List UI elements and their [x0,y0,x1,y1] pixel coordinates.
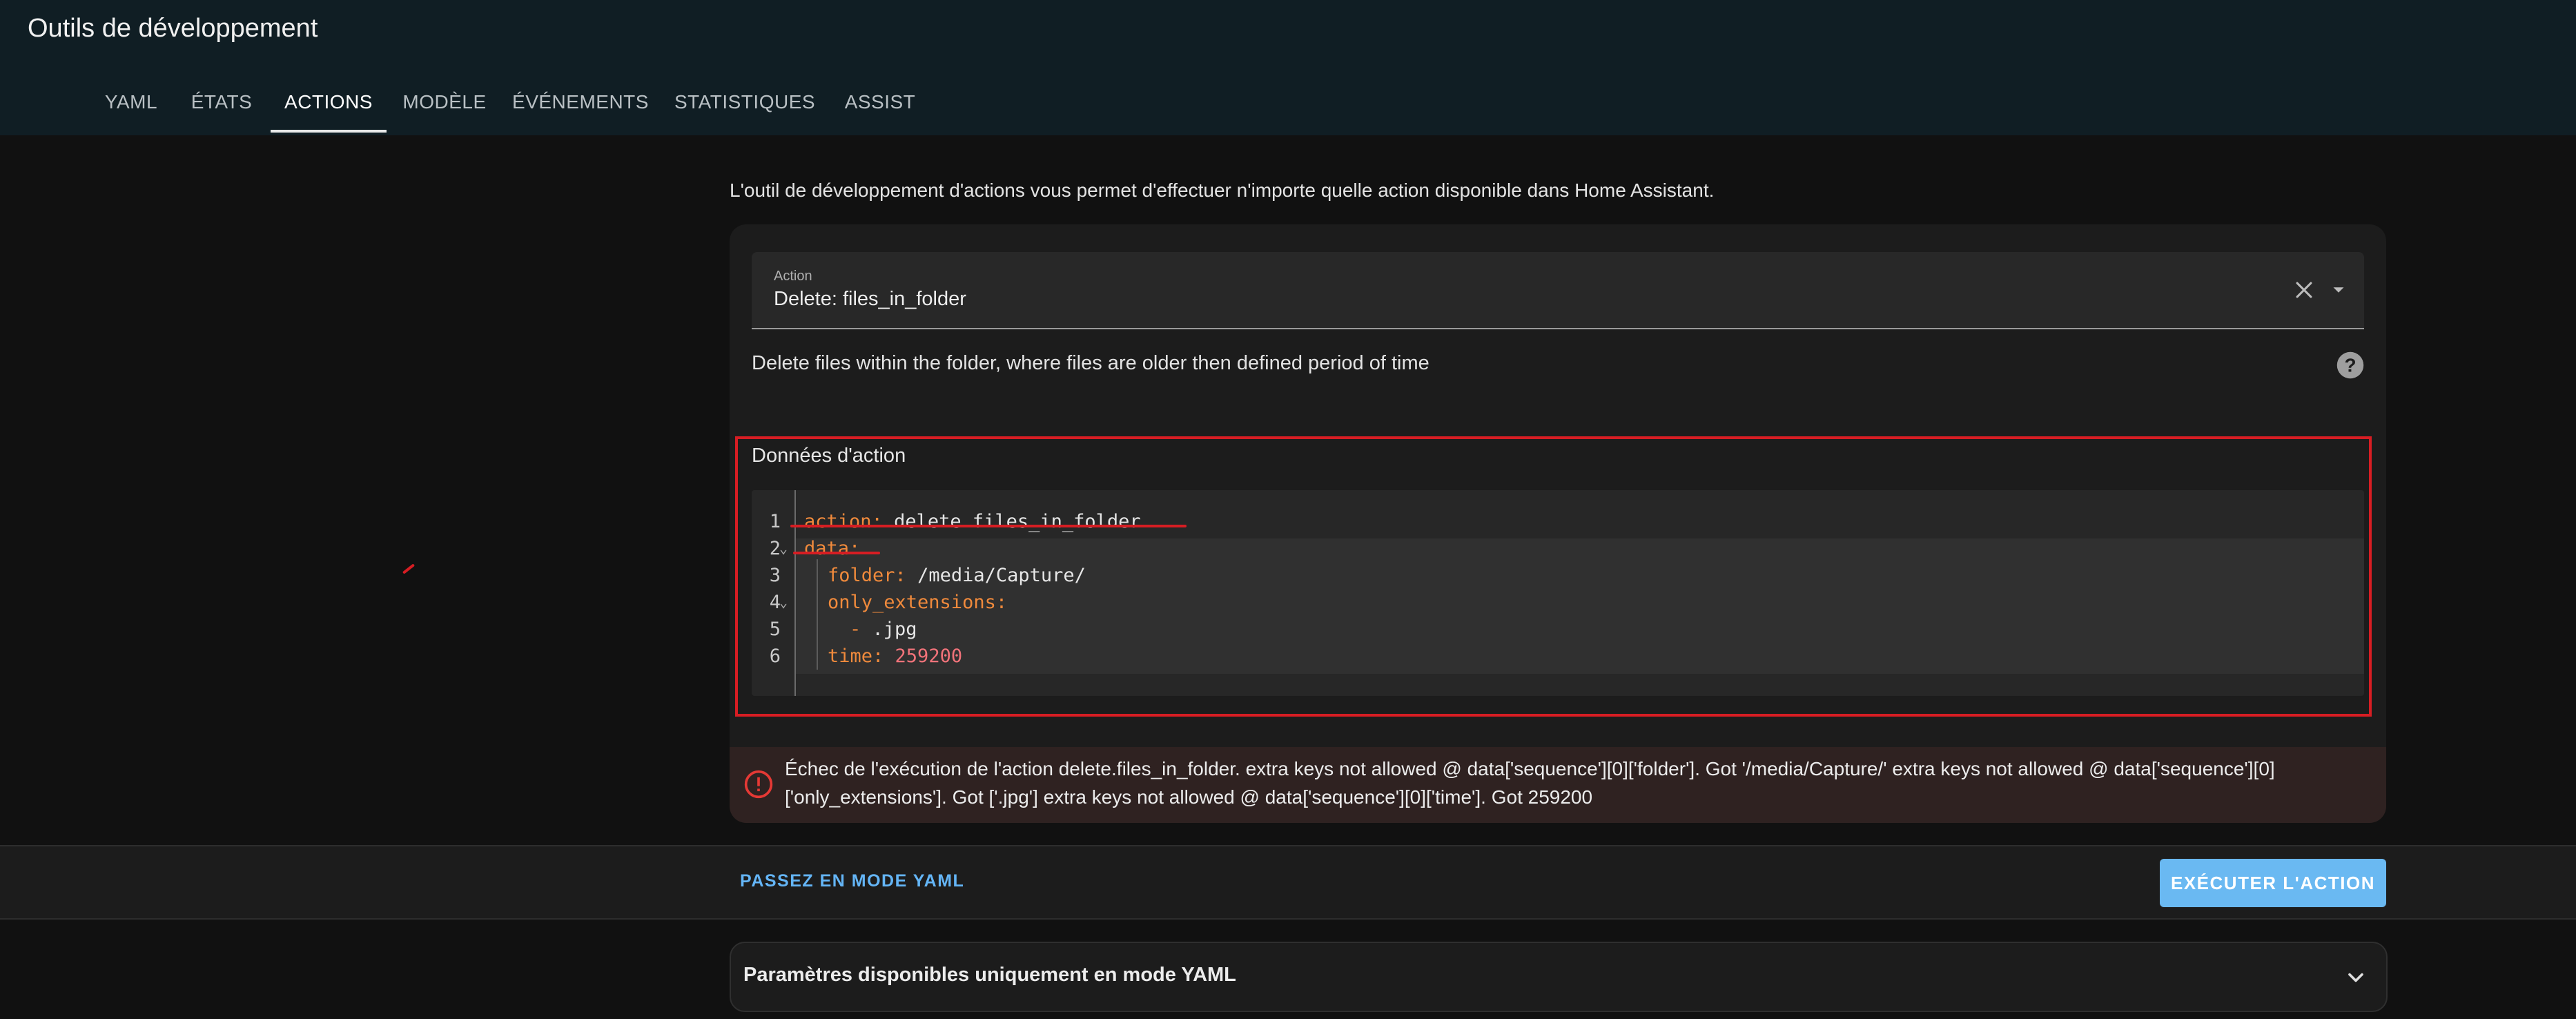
arrow-drop-down-icon[interactable] [2328,280,2349,300]
help-circle-icon[interactable]: ? [2336,351,2365,380]
action-select-label: Action [774,269,812,284]
close-icon[interactable] [2292,278,2316,302]
switch-to-yaml-button[interactable]: PASSEZ EN MODE YAML [740,871,964,891]
annotation-highlight-box [735,436,2372,717]
svg-text:?: ? [2344,355,2356,376]
action-footer-bar: PASSEZ EN MODE YAML EXÉCUTER L'ACTION [0,845,2576,920]
action-select-value: Delete: files_in_folder [774,288,966,310]
tab-bar: YAML ÉTATS ACTIONS MODÈLE ÉVÉNEMENTS STA… [0,77,2576,135]
intro-text: L'outil de développement d'actions vous … [730,179,1715,201]
error-message-line-1: Échec de l'exécution de l'action delete.… [785,758,2275,779]
app-root: Outils de développement YAML ÉTATS ACTIO… [0,0,2576,1019]
action-description: Delete files within the folder, where fi… [752,352,1430,374]
alert-circle-icon [744,770,773,799]
tab-evenements[interactable]: ÉVÉNEMENTS [508,77,653,135]
tab-actions[interactable]: ACTIONS [271,77,387,135]
annotation-mark [402,563,416,574]
action-select[interactable]: Action Delete: files_in_folder [752,252,2364,329]
tab-statistiques[interactable]: STATISTIQUES [668,77,821,135]
yaml-only-params-label: Paramètres disponibles uniquement en mod… [743,964,1236,986]
tab-etats[interactable]: ÉTATS [185,77,258,135]
tab-assist[interactable]: ASSIST [835,77,925,135]
active-tab-indicator [271,130,387,133]
app-header: Outils de développement YAML ÉTATS ACTIO… [0,0,2576,135]
chevron-down-icon[interactable] [2343,965,2368,990]
tab-modele[interactable]: MODÈLE [398,77,491,135]
execute-action-button[interactable]: EXÉCUTER L'ACTION [2160,859,2386,907]
page-title: Outils de développement [28,14,318,43]
tab-yaml[interactable]: YAML [92,77,170,135]
error-message-line-2: ['only_extensions']. Got ['.jpg'] extra … [785,786,1593,808]
yaml-only-params-panel[interactable]: Paramètres disponibles uniquement en mod… [730,942,2388,1012]
error-alert: Échec de l'exécution de l'action delete.… [730,747,2386,823]
